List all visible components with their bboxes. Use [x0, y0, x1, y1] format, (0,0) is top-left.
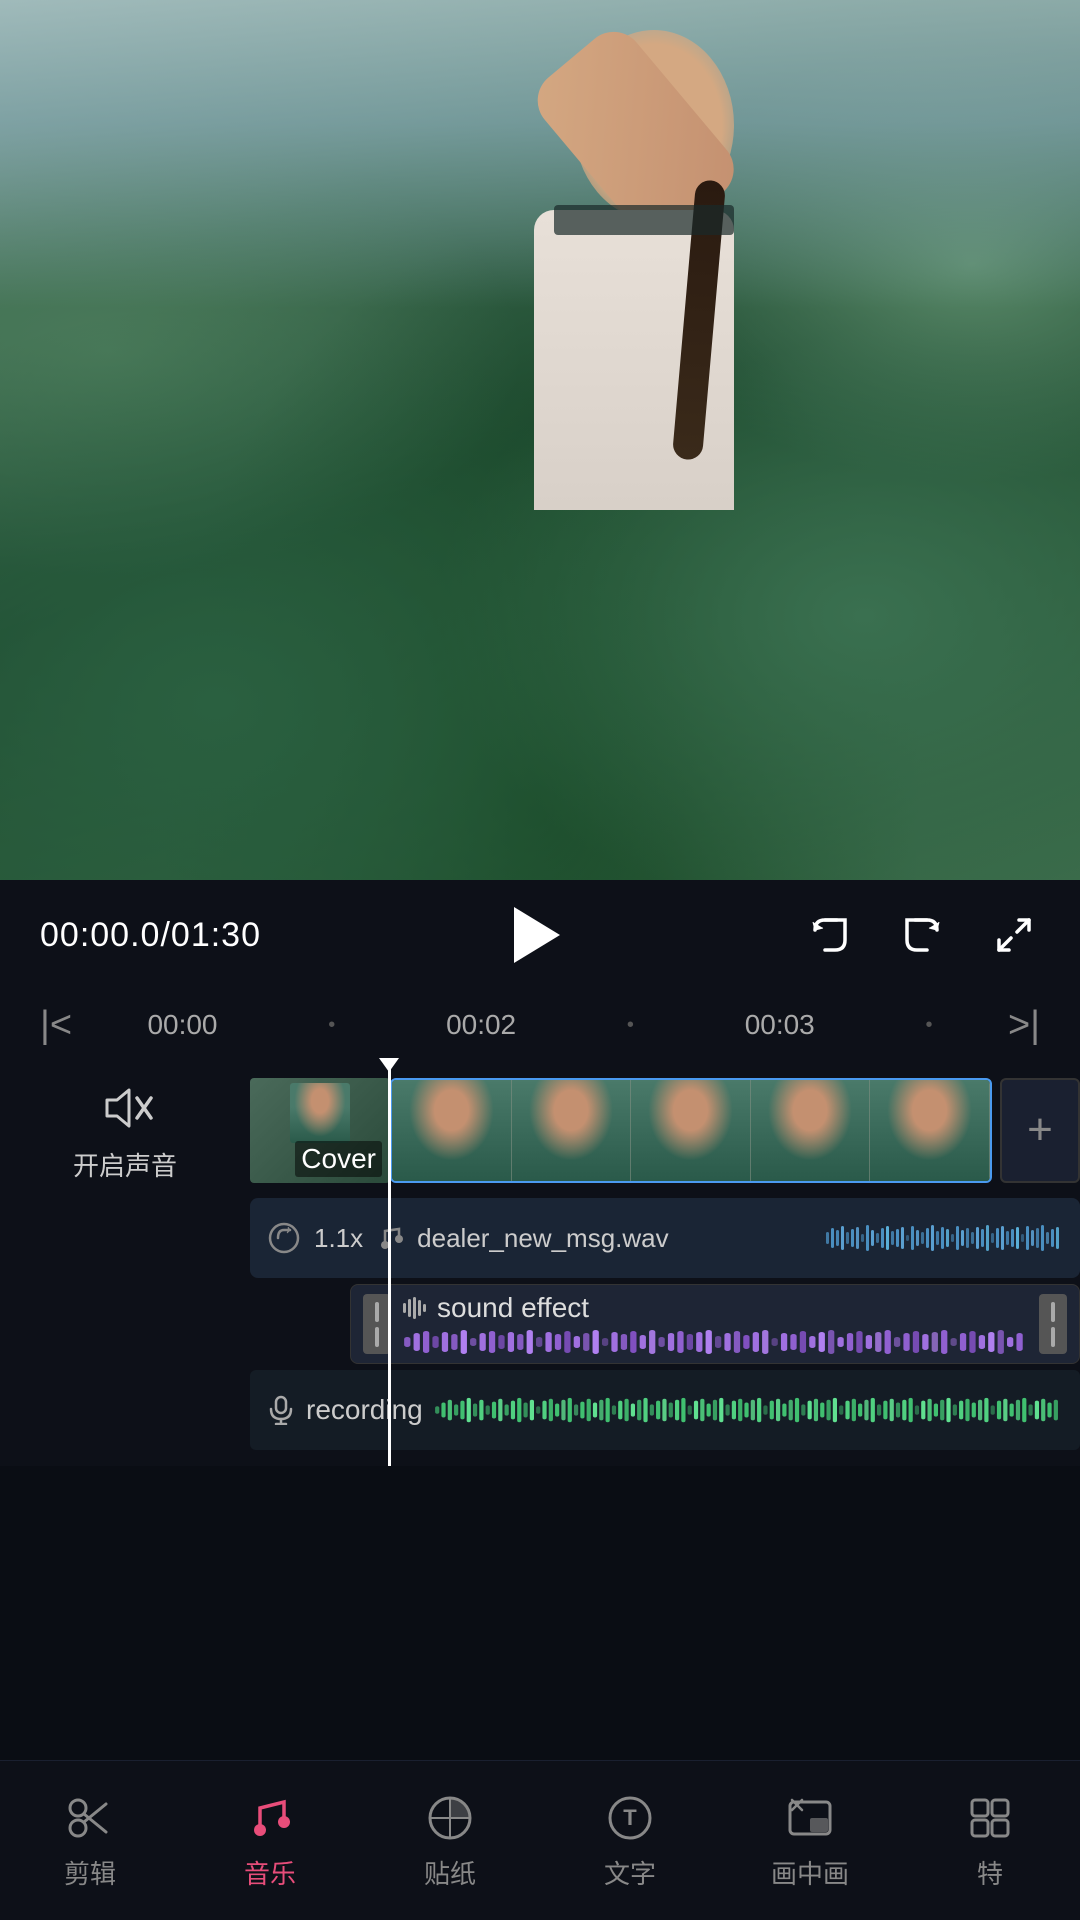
mute-label: 开启声音 [73, 1146, 177, 1183]
nav-item-music[interactable]: 音乐 [210, 1790, 330, 1891]
video-clip-5 [870, 1080, 990, 1181]
recording-track-row: recording [0, 1370, 1080, 1450]
nav-item-edit[interactable]: 剪辑 [30, 1790, 150, 1891]
video-clip-2 [512, 1080, 632, 1181]
ruler-time-1: 00:02 [446, 1009, 516, 1041]
music-filename: dealer_new_msg.wav [417, 1223, 812, 1254]
timeline-start-button[interactable]: |< [20, 1004, 92, 1047]
video-clip-4 [751, 1080, 871, 1181]
music-track[interactable]: 1.1x dealer_new_msg.wav [250, 1198, 1080, 1278]
nav-label-sticker: 贴纸 [424, 1854, 476, 1891]
sticker-icon [422, 1790, 478, 1846]
sound-effect-track[interactable]: sound effect [350, 1284, 1080, 1364]
mute-control: 开启声音 [0, 1078, 250, 1183]
sound-effect-waveform [401, 1328, 1029, 1356]
controls-bar: 00:00.0/01:30 [0, 880, 1080, 990]
track-area: 开启声音 Cover [0, 1060, 1080, 1466]
cover-label: Cover [295, 1141, 382, 1177]
video-track-row: 开启声音 Cover [0, 1070, 1080, 1190]
scissors-icon [62, 1790, 118, 1846]
timeline-ruler: |< 00:00 • 00:02 • 00:03 • >| [0, 990, 1080, 1060]
nav-item-special[interactable]: 特 [930, 1790, 1050, 1891]
recording-label: recording [306, 1394, 423, 1426]
play-icon [514, 907, 560, 963]
svg-text:T: T [623, 1805, 637, 1830]
ruler-dot-2: • [926, 1014, 933, 1037]
special-icon [962, 1790, 1018, 1846]
music-track-row: 1.1x dealer_new_msg.wav [0, 1198, 1080, 1278]
video-preview [0, 0, 1080, 880]
sound-effect-label: sound effect [437, 1292, 589, 1324]
bottom-nav: 剪辑 音乐 贴纸 T [0, 1760, 1080, 1920]
add-icon: + [1027, 1105, 1053, 1155]
video-clip-1 [392, 1080, 512, 1181]
mute-button[interactable]: 开启声音 [73, 1078, 177, 1183]
cover-block[interactable]: Cover [250, 1078, 390, 1183]
ruler-dot-0: • [328, 1014, 335, 1037]
ruler-dot-1: • [627, 1014, 634, 1037]
add-clip-button[interactable]: + [1000, 1078, 1080, 1183]
recording-track[interactable]: recording [250, 1370, 1080, 1450]
sound-effect-handle-right[interactable] [1039, 1294, 1067, 1354]
video-clips-strip[interactable] [390, 1078, 992, 1183]
time-display: 00:00.0/01:30 [40, 916, 261, 955]
nav-label-text: 文字 [604, 1854, 656, 1891]
nav-label-pip: 画中画 [771, 1854, 849, 1891]
microphone-icon [266, 1395, 296, 1425]
nav-item-sticker[interactable]: 贴纸 [390, 1790, 510, 1891]
recording-waveform [433, 1395, 1064, 1425]
ruler-time-2: 00:03 [745, 1009, 815, 1041]
fullscreen-button[interactable] [988, 909, 1040, 961]
music-speed: 1.1x [314, 1223, 363, 1254]
music-icon [242, 1790, 298, 1846]
video-clip-3 [631, 1080, 751, 1181]
ruler-time-0: 00:00 [147, 1009, 217, 1041]
play-button[interactable] [498, 900, 568, 970]
sound-wave-icon [401, 1294, 429, 1322]
text-icon: T [602, 1790, 658, 1846]
timeline-area: |< 00:00 • 00:02 • 00:03 • >| [0, 990, 1080, 1466]
music-waveform [824, 1222, 1064, 1254]
sound-effect-track-row: sound effect [0, 1284, 1080, 1364]
nav-label-edit: 剪辑 [64, 1854, 116, 1891]
undo-button[interactable] [804, 909, 856, 961]
redo-button[interactable] [896, 909, 948, 961]
nav-item-text[interactable]: T 文字 [570, 1790, 690, 1891]
nav-label-special: 特 [977, 1854, 1003, 1891]
timeline-end-button[interactable]: >| [988, 1004, 1060, 1047]
nav-item-pip[interactable]: 画中画 [750, 1790, 870, 1891]
sound-effect-handle-left[interactable] [363, 1294, 391, 1354]
pip-icon [782, 1790, 838, 1846]
nav-label-music: 音乐 [244, 1854, 296, 1891]
